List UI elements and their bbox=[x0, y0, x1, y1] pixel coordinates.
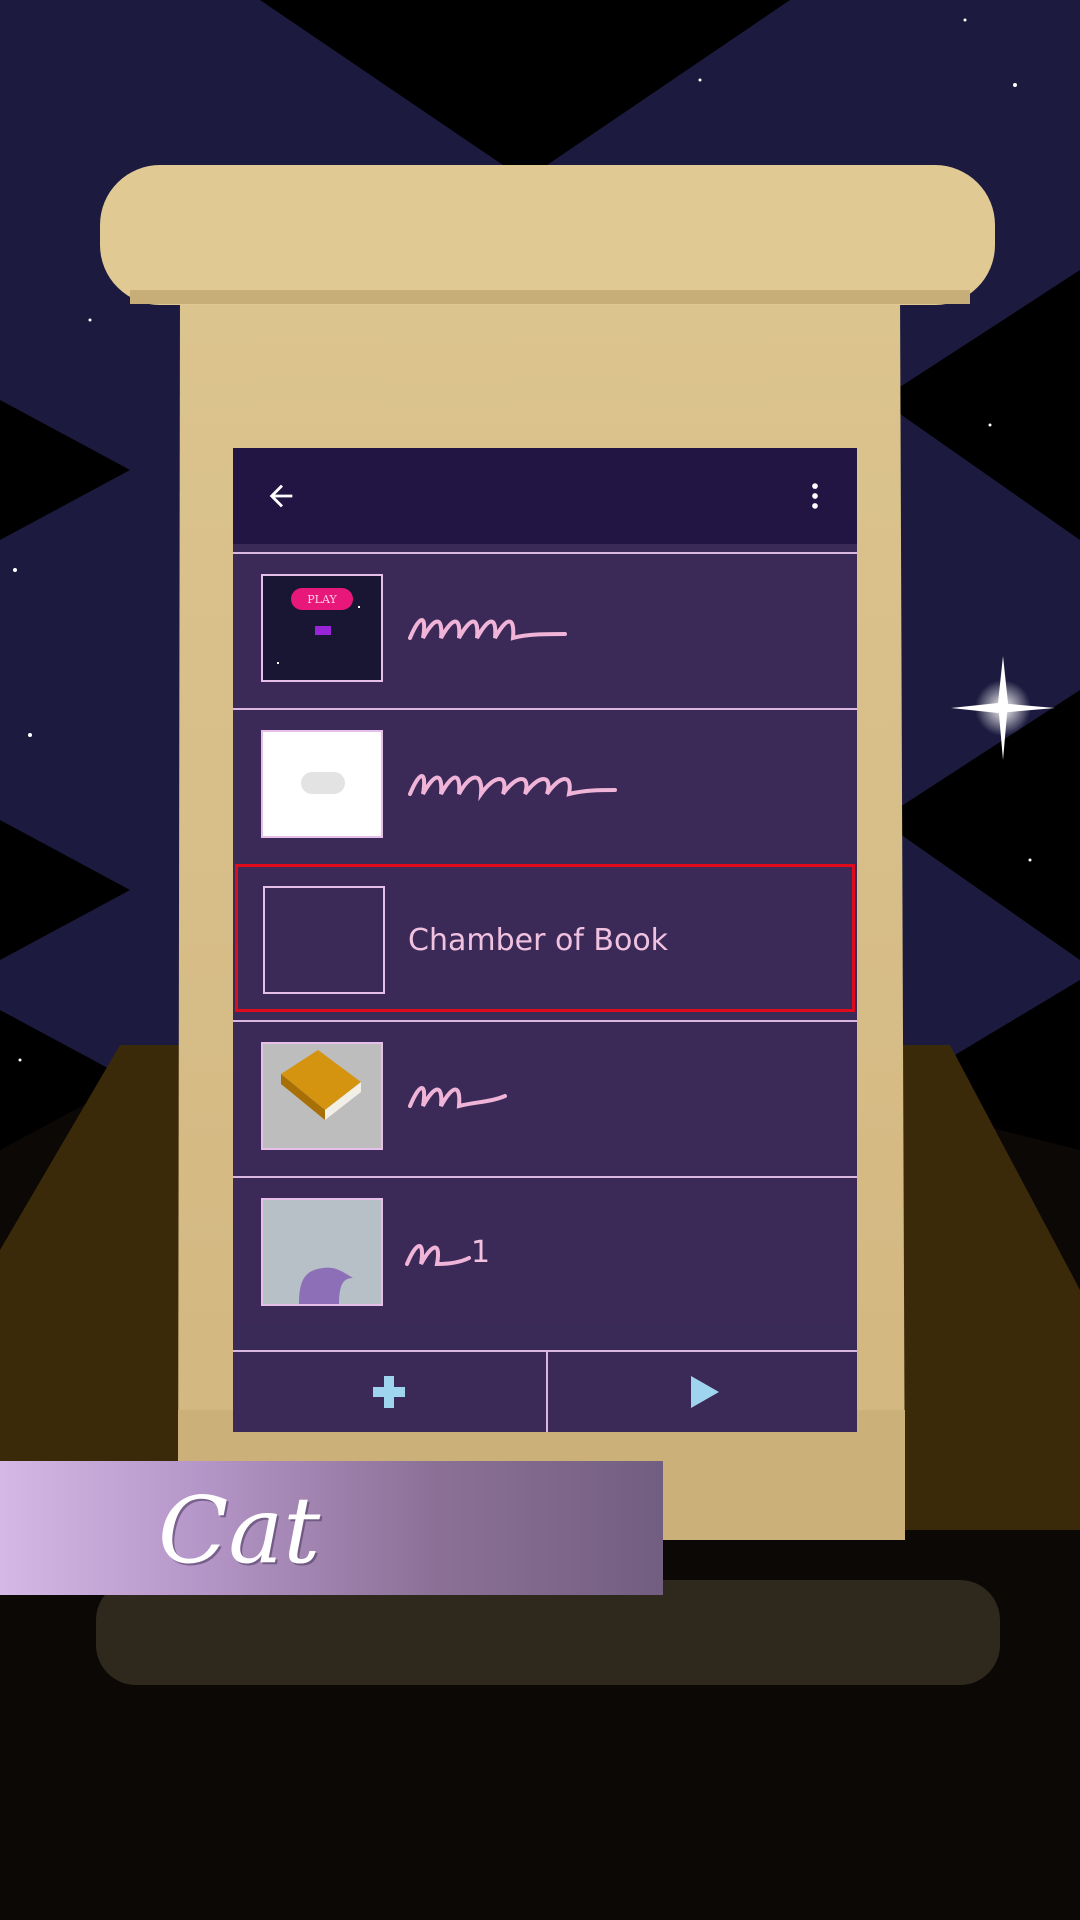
plus-icon bbox=[372, 1376, 405, 1408]
list-item-label: Chamber of Book bbox=[408, 922, 669, 958]
scribble-label bbox=[408, 774, 617, 802]
hat-icon bbox=[299, 1267, 353, 1304]
thumbnail bbox=[263, 886, 385, 994]
thumbnail bbox=[261, 1042, 383, 1150]
thumbnail bbox=[261, 730, 383, 838]
thumbnail bbox=[261, 1198, 383, 1306]
project-title-banner: Cat bbox=[0, 1461, 663, 1595]
scribble-label bbox=[408, 618, 567, 641]
list-item[interactable] bbox=[233, 708, 857, 856]
play-thumb-text: PLAY bbox=[307, 592, 337, 606]
play-icon bbox=[690, 1376, 719, 1408]
arrow-left-icon bbox=[269, 484, 293, 508]
list-item[interactable] bbox=[233, 1020, 857, 1168]
list-item-selected[interactable]: Chamber of Book bbox=[235, 864, 855, 1012]
book-icon bbox=[281, 1050, 361, 1120]
play-button[interactable] bbox=[546, 1352, 857, 1432]
more-vertical-icon bbox=[812, 483, 818, 509]
list-item-label: 1 bbox=[471, 1234, 491, 1270]
more-options-button[interactable] bbox=[787, 468, 843, 524]
project-title: Cat bbox=[158, 1477, 321, 1584]
back-button[interactable] bbox=[253, 468, 309, 524]
scribble-label bbox=[408, 1086, 507, 1109]
scene-list-panel: PLAY Chamber of Book 1 bbox=[233, 448, 857, 1432]
thumbnail: PLAY bbox=[261, 574, 383, 682]
scribble-label bbox=[405, 1244, 471, 1267]
scene-list: PLAY Chamber of Book 1 bbox=[233, 552, 857, 1332]
bottom-toolbar bbox=[233, 1350, 857, 1432]
app-bar bbox=[233, 448, 857, 544]
add-scene-button[interactable] bbox=[233, 1352, 544, 1432]
list-item[interactable]: 1 bbox=[233, 1176, 857, 1324]
list-item[interactable]: PLAY bbox=[233, 552, 857, 700]
